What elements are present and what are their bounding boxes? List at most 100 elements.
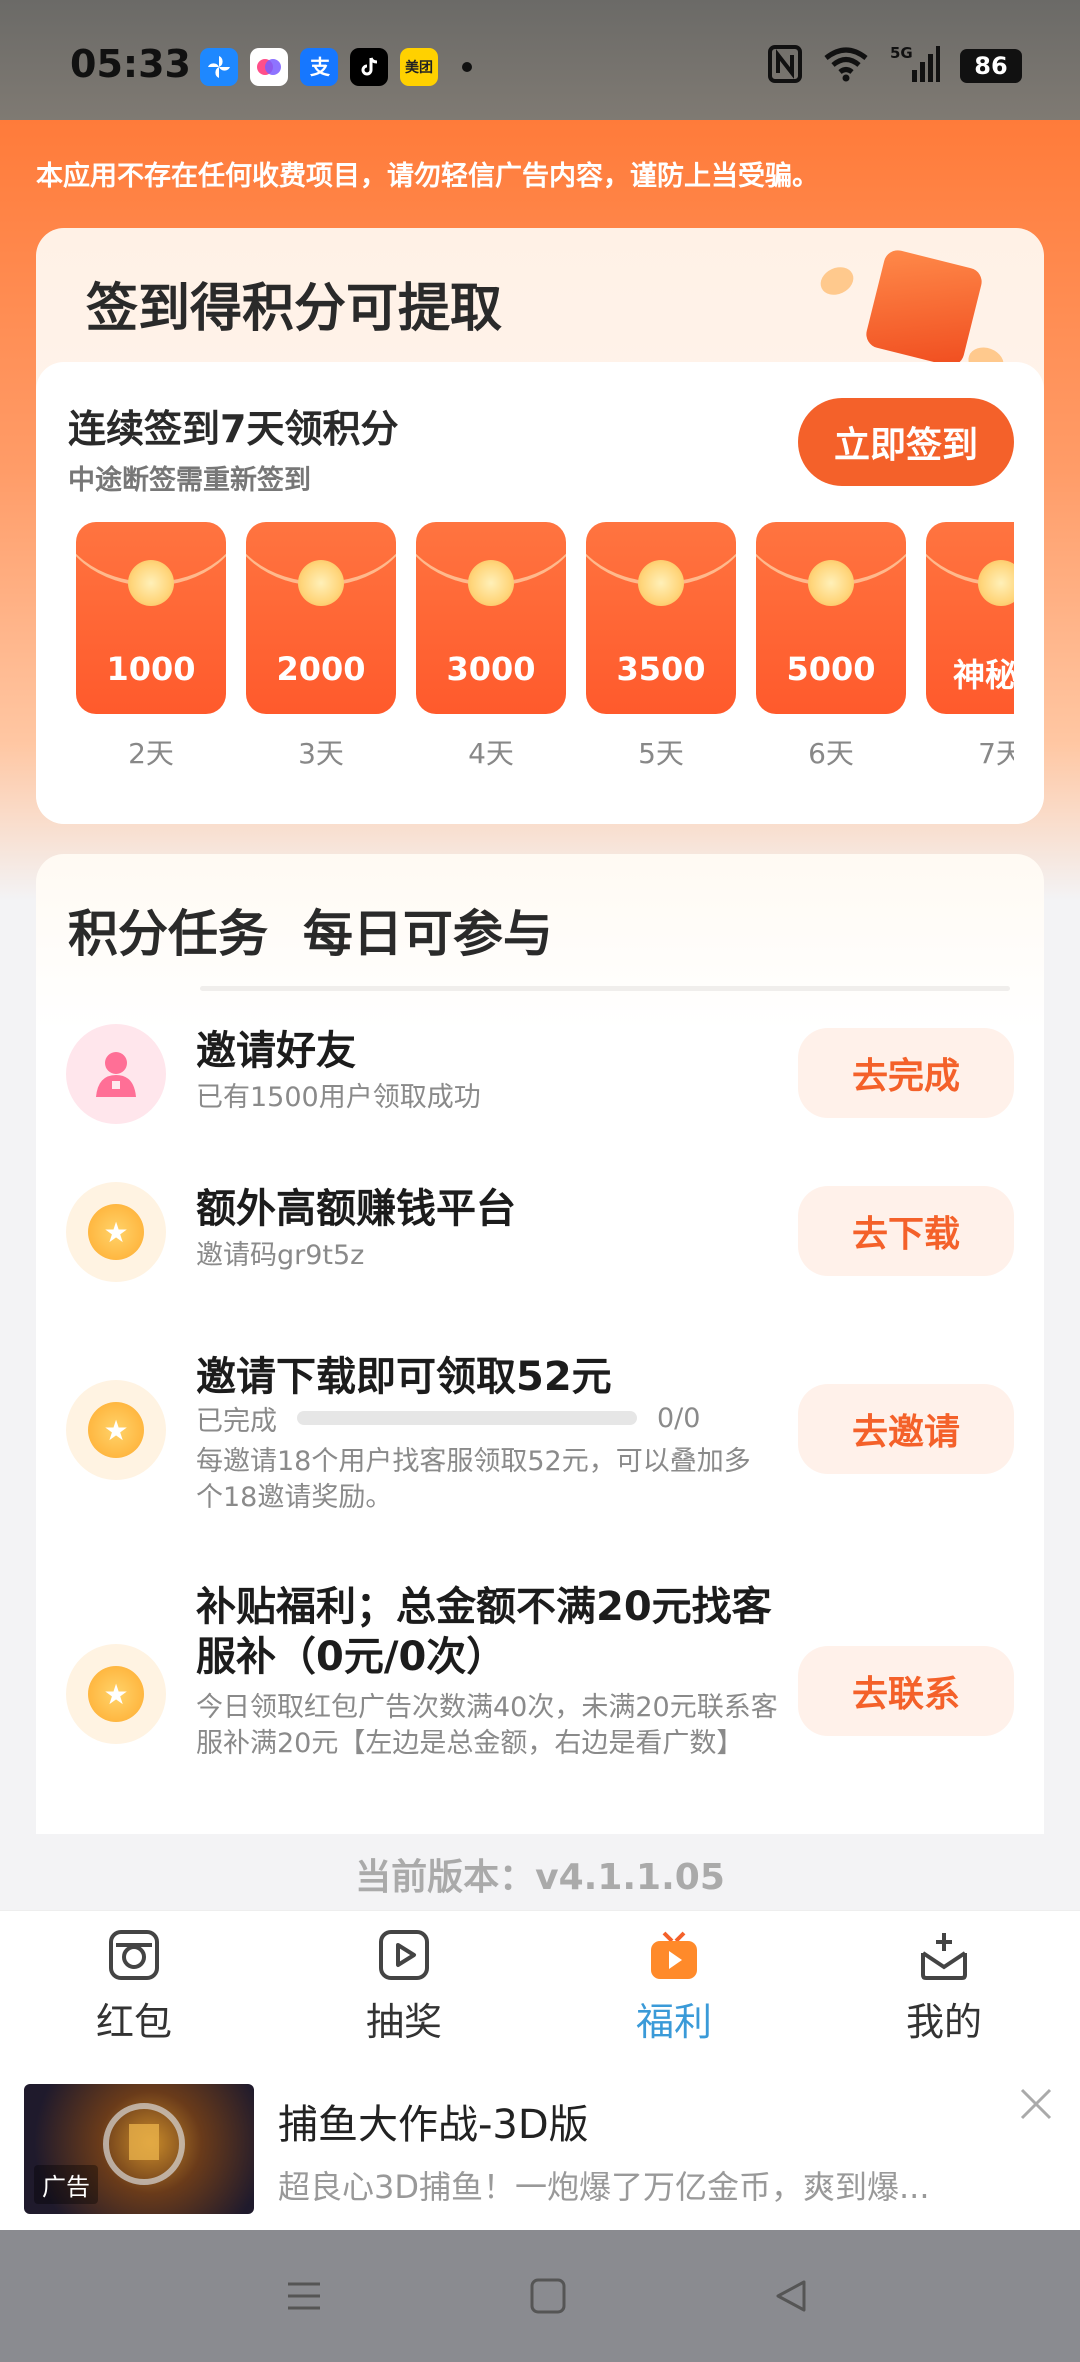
menu-icon[interactable] (276, 2268, 332, 2324)
more-notifications-dot (462, 62, 472, 72)
meituan-app-icon: 美团 (400, 48, 438, 86)
bottom-nav: 红包 抽奖 福利 我的 (0, 1910, 1080, 2060)
back-icon[interactable] (764, 2268, 820, 2324)
coin-icon (298, 560, 344, 606)
red-envelope-icon: 1000 (76, 522, 226, 714)
progress-bar (297, 1411, 637, 1425)
task-progress: 已完成 0/0 (196, 1402, 701, 1437)
close-icon[interactable] (1014, 2082, 1058, 2126)
coin-icon (808, 560, 854, 606)
task-subtitle: 今日领取红包广告次数满40次，未满20元联系客服补满20元【左边是总金额，右边是… (196, 1692, 778, 1759)
complete-task-button[interactable]: 去完成 (798, 1028, 1014, 1118)
signin-day: 5000 6天 (756, 522, 906, 772)
system-icons: 5G 86 (768, 44, 1022, 88)
task-subtitle: 已有1500用户领取成功 (196, 1082, 481, 1113)
task-subtitle: 每邀请18个用户找客服领取52元，可以叠加多个18邀请奖励。 (196, 1446, 751, 1513)
coin-icon (978, 560, 1014, 606)
home-icon[interactable] (520, 2268, 576, 2324)
envelope-amount: 2000 (276, 650, 366, 688)
invite-friend-icon (66, 1024, 166, 1124)
pinwheel-app-icon (200, 48, 238, 86)
envelope-amount: 3000 (446, 650, 536, 688)
progress-label: 已完成 (196, 1405, 277, 1437)
red-envelope-icon: 2000 (246, 522, 396, 714)
ad-title[interactable]: 捕鱼大作战-3D版 (278, 2092, 589, 2150)
system-navigation-bar (0, 2230, 1080, 2362)
task-title: 邀请好友 (196, 1028, 356, 1074)
signin-days-row: 1000 2天 2000 3天 3000 4天 3500 5天 5000 6天 … (76, 522, 1014, 782)
envelope-amount: 神秘奖 (952, 656, 1014, 694)
star-badge-icon: ★ (66, 1182, 166, 1282)
camera-icon (108, 1929, 160, 1981)
ad-thumbnail[interactable]: 广告 (24, 2084, 254, 2214)
signin-day: 3500 5天 (586, 522, 736, 772)
tasks-card: 积分任务 每日可参与 邀请好友 已有1500用户领取成功 去完成 ★ 额外高额赚… (36, 854, 1044, 1834)
play-icon (378, 1929, 430, 1981)
wifi-icon (822, 46, 870, 86)
signin-day: 神秘奖 7天 (926, 522, 1014, 772)
red-envelope-icon: 3500 (586, 522, 736, 714)
coin-icon (468, 560, 514, 606)
task-title: 邀请下载即可领取52元 (196, 1354, 612, 1400)
nav-item-redpacket[interactable]: 红包 (64, 1929, 204, 2046)
task-item: ★ 额外高额赚钱平台 邀请码gr9t5z 去下载 (36, 1172, 1044, 1292)
divider (200, 986, 1010, 991)
day-label: 7天 (978, 737, 1014, 770)
nav-label: 红包 (95, 2000, 172, 2044)
signin-title: 签到得积分可提取 (86, 279, 503, 339)
streak-title: 连续签到7天领积分 (68, 407, 399, 451)
task-item: ★ 补贴福利；总金额不满20元找客服补（0元/0次） 今日领取红包广告次数满40… (36, 1582, 1044, 1812)
day-label: 3天 (298, 737, 344, 770)
star-badge-icon: ★ (66, 1644, 166, 1744)
svg-text:5G: 5G (890, 44, 913, 62)
progress-value: 0/0 (657, 1402, 701, 1434)
red-envelope-icon: 3000 (416, 522, 566, 714)
svg-text:支: 支 (310, 55, 331, 79)
envelope-amount: 1000 (106, 650, 196, 688)
task-subtitle: 邀请码gr9t5z (196, 1240, 365, 1271)
envelope-amount: 5000 (786, 650, 876, 688)
notification-icons: 支 美团 (200, 48, 472, 86)
contact-button[interactable]: 去联系 (798, 1646, 1014, 1736)
tiktok-app-icon (350, 48, 388, 86)
coin-icon (638, 560, 684, 606)
status-time: 05:33 (70, 42, 191, 86)
nav-label: 抽奖 (365, 2000, 442, 2044)
task-item: ★ 邀请下载即可领取52元 已完成 0/0 每邀请18个用户找客服领取52元，可… (36, 1344, 1044, 1524)
inbox-icon (918, 1929, 970, 1981)
download-button[interactable]: 去下载 (798, 1186, 1014, 1276)
signin-button[interactable]: 立即签到 (798, 398, 1014, 486)
day-label: 2天 (128, 737, 174, 770)
day-label: 6天 (808, 737, 854, 770)
star-badge-icon: ★ (66, 1380, 166, 1480)
nfc-icon (768, 45, 802, 87)
red-envelope-icon: 神秘奖 (926, 522, 1014, 714)
day-label: 4天 (468, 737, 514, 770)
coin-decoration (816, 262, 858, 300)
ad-tag: 广告 (34, 2165, 98, 2204)
ad-description[interactable]: 超良心3D捕鱼！一炮爆了万亿金币，爽到爆... (278, 2162, 1008, 2208)
red-envelope-illustration (863, 247, 985, 369)
tv-play-icon (648, 1929, 700, 1981)
tasks-header: 积分任务 每日可参与 (68, 905, 553, 963)
coin-icon (128, 560, 174, 606)
nav-item-lottery[interactable]: 抽奖 (334, 1929, 474, 2046)
ad-banner[interactable]: 广告 捕鱼大作战-3D版 超良心3D捕鱼！一炮爆了万亿金币，爽到爆... (0, 2060, 1080, 2230)
colorful-app-icon (250, 48, 288, 86)
signin-day: 2000 3天 (246, 522, 396, 772)
signin-day: 3000 4天 (416, 522, 566, 772)
nav-item-mine[interactable]: 我的 (874, 1929, 1014, 2046)
task-title: 额外高额赚钱平台 (196, 1186, 516, 1232)
cellular-5g-icon: 5G (890, 44, 940, 88)
invite-button[interactable]: 去邀请 (798, 1384, 1014, 1474)
streak-subtitle: 中途断签需重新签到 (68, 465, 311, 496)
status-bar: 05:33 支 美团 5G 86 (0, 0, 1080, 120)
day-label: 5天 (638, 737, 684, 770)
signin-panel: 连续签到7天领积分 中途断签需重新签到 立即签到 1000 2天 2000 3天… (36, 362, 1044, 824)
signin-day: 1000 2天 (76, 522, 226, 772)
nav-label: 福利 (635, 2000, 712, 2044)
signin-card: 签到得积分可提取 连续签到7天领积分 中途断签需重新签到 立即签到 1000 2… (36, 228, 1044, 824)
version-text: 当前版本：v4.1.1.05 (355, 1857, 725, 1898)
task-item: 邀请好友 已有1500用户领取成功 去完成 (36, 1014, 1044, 1134)
nav-item-welfare[interactable]: 福利 (604, 1929, 744, 2046)
